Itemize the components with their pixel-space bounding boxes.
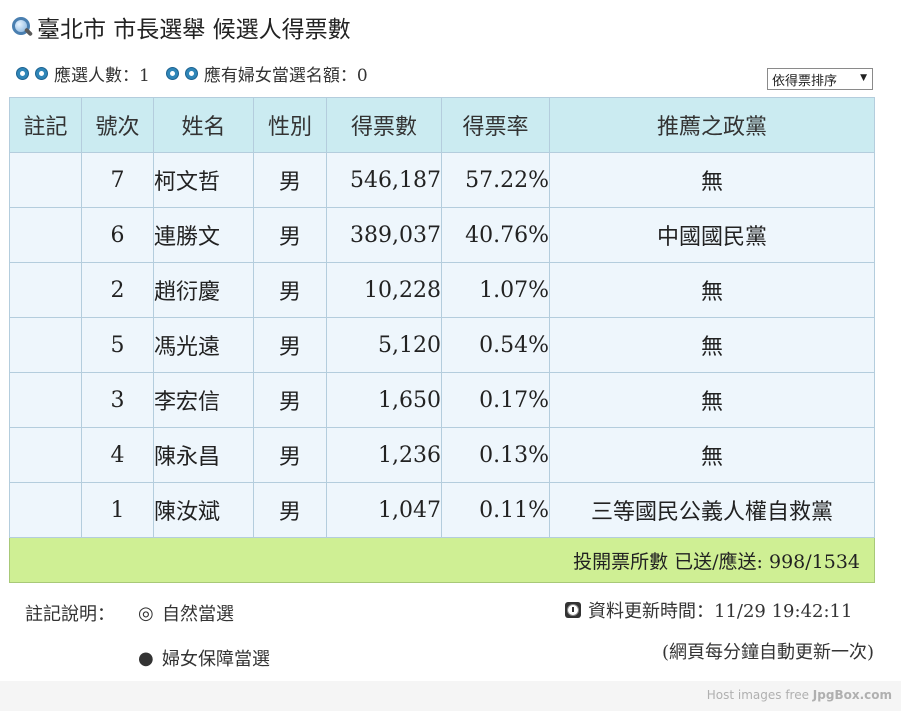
cell-rate: 1.07% (441, 262, 550, 318)
magnifier-icon (10, 15, 34, 39)
table-row: 3 李宏信 男 1,650 0.17% 無 (9, 372, 875, 428)
page-title: 臺北市 市長選舉 候選人得票數 (10, 10, 351, 44)
cell-votes: 1,047 (326, 482, 442, 538)
cell-party: 無 (549, 372, 875, 428)
cell-party: 無 (549, 317, 875, 373)
cell-party: 中國國民黨 (549, 207, 875, 263)
cell-party: 無 (549, 152, 875, 208)
cell-note (9, 317, 82, 373)
auto-refresh-note: (網頁每分鐘自動更新一次) (661, 642, 874, 663)
table-row: 5 馮光遠 男 5,120 0.54% 無 (9, 317, 875, 373)
cell-number: 2 (81, 262, 154, 318)
col-header-name: 姓名 (153, 97, 254, 153)
sort-select[interactable]: 依得票排序 ▼ (767, 68, 873, 90)
cell-votes: 10,228 (326, 262, 442, 318)
cell-rate: 0.11% (441, 482, 550, 538)
double-circle-icon: ◎ (138, 602, 154, 624)
women-seats-count: 應有婦女當選名額：0 (203, 65, 368, 86)
cell-party: 三等國民公義人權自救黨 (549, 482, 875, 538)
cell-name: 連勝文 (153, 207, 254, 263)
seats-count: 應選人數：1 (54, 65, 150, 86)
cell-gender: 男 (253, 262, 327, 318)
table-header-row: 註記 號次 姓名 性別 得票數 得票率 推薦之政黨 (9, 97, 875, 153)
cell-votes: 546,187 (326, 152, 442, 208)
cell-votes: 1,236 (326, 427, 442, 483)
sort-select-value: 依得票排序 (772, 73, 838, 89)
cell-gender: 男 (253, 207, 327, 263)
host-watermark[interactable]: Host images free JpgBox.com (707, 688, 892, 702)
cell-votes: 1,650 (326, 372, 442, 428)
col-header-note: 註記 (9, 97, 82, 153)
bullet-icon (165, 66, 179, 80)
cell-votes: 389,037 (326, 207, 442, 263)
clock-icon (565, 602, 581, 618)
cell-name: 陳永昌 (153, 427, 254, 483)
cell-party: 無 (549, 427, 875, 483)
table-row: 6 連勝文 男 389,037 40.76% 中國國民黨 (9, 207, 875, 263)
cell-note (9, 427, 82, 483)
col-header-rate: 得票率 (441, 97, 550, 153)
cell-number: 3 (81, 372, 154, 428)
filled-circle-icon: ● (138, 647, 154, 669)
legend-item: ◎ 自然當選 (138, 600, 234, 626)
cell-rate: 57.22% (441, 152, 550, 208)
cell-gender: 男 (253, 372, 327, 428)
update-time-text: 資料更新時間：11/29 19:42:11 (588, 601, 853, 622)
cell-rate: 40.76% (441, 207, 550, 263)
legend-item: ● 婦女保障當選 (138, 645, 270, 671)
cell-number: 5 (81, 317, 154, 373)
cell-note (9, 372, 82, 428)
table-row: 2 趙衍慶 男 10,228 1.07% 無 (9, 262, 875, 318)
results-table: 註記 號次 姓名 性別 得票數 得票率 推薦之政黨 7 柯文哲 男 546,18… (9, 97, 875, 583)
cell-gender: 男 (253, 152, 327, 208)
cell-number: 6 (81, 207, 154, 263)
bullet-icon (35, 66, 48, 80)
cell-gender: 男 (253, 482, 327, 538)
bullet-icon (184, 66, 198, 80)
cell-rate: 0.17% (441, 372, 550, 428)
cell-note (9, 152, 82, 208)
legend-item-text: 婦女保障當選 (162, 649, 270, 670)
page-title-text: 臺北市 市長選舉 候選人得票數 (37, 17, 351, 43)
cell-name: 馮光遠 (153, 317, 254, 373)
cell-name: 趙衍慶 (153, 262, 254, 318)
cell-name: 李宏信 (153, 372, 254, 428)
host-brand: JpgBox.com (812, 688, 892, 702)
col-header-votes: 得票數 (326, 97, 442, 153)
update-time: 資料更新時間：11/29 19:42:11 (565, 597, 852, 623)
table-row: 1 陳汝斌 男 1,047 0.11% 三等國民公義人權自救黨 (9, 482, 875, 538)
table-row: 7 柯文哲 男 546,187 57.22% 無 (9, 152, 875, 208)
cell-rate: 0.54% (441, 317, 550, 373)
table-row: 4 陳永昌 男 1,236 0.13% 無 (9, 427, 875, 483)
legend-item-text: 自然當選 (162, 604, 234, 625)
cell-note (9, 207, 82, 263)
host-prefix: Host images free (706, 688, 813, 702)
table-footer-row: 投開票所數 已送/應送: 998/1534 (9, 537, 875, 583)
cell-votes: 5,120 (326, 317, 442, 373)
cell-note (9, 482, 82, 538)
col-header-gender: 性別 (253, 97, 327, 153)
cell-rate: 0.13% (441, 427, 550, 483)
polling-stations-count: 投開票所數 已送/應送: 998/1534 (9, 537, 875, 583)
cell-number: 7 (81, 152, 154, 208)
cell-name: 柯文哲 (153, 152, 254, 208)
cell-note (9, 262, 82, 318)
cell-party: 無 (549, 262, 875, 318)
cell-gender: 男 (253, 427, 327, 483)
cell-number: 1 (81, 482, 154, 538)
cell-gender: 男 (253, 317, 327, 373)
legend-label: 註記說明： (25, 604, 115, 625)
col-header-number: 號次 (81, 97, 154, 153)
election-meta: 應選人數：1 應有婦女當選名額：0 (16, 60, 368, 86)
bullet-icon (16, 66, 29, 80)
dropdown-arrow-icon: ▼ (860, 73, 867, 83)
cell-number: 4 (81, 427, 154, 483)
col-header-party: 推薦之政黨 (549, 97, 875, 153)
cell-name: 陳汝斌 (153, 482, 254, 538)
